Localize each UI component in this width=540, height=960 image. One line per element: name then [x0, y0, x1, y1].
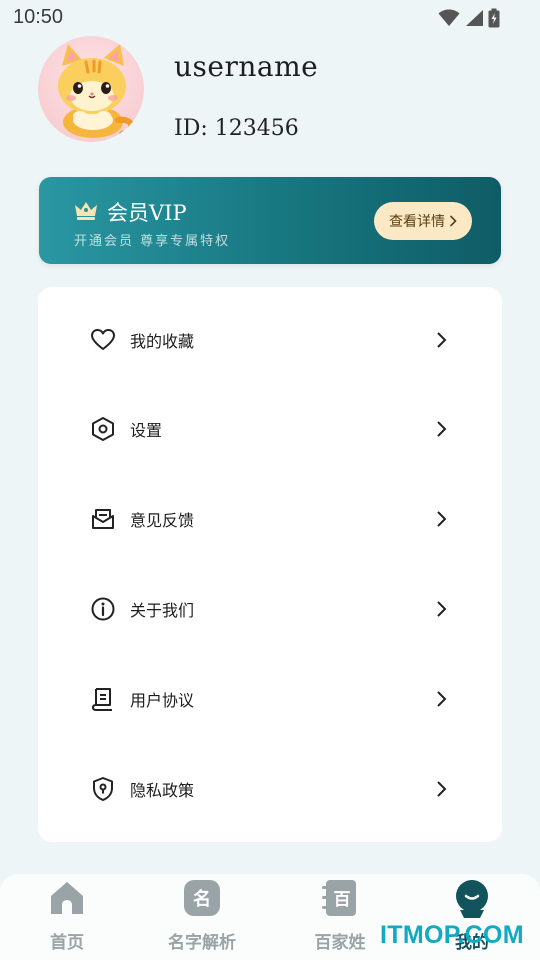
nav-label: 名字解析: [168, 933, 236, 953]
nav-label: 首页: [50, 933, 84, 953]
nav-tab-name-analysis[interactable]: 名 名字解析: [142, 874, 262, 960]
chevron-right-icon: [449, 215, 457, 227]
menu-item-label: 隐私政策: [130, 781, 195, 800]
menu-item-settings[interactable]: 设置: [38, 384, 502, 474]
vip-card[interactable]: 会员VIP 开通会员 尊享专属特权 查看详情: [39, 177, 501, 264]
chevron-right-icon: [437, 781, 447, 797]
watermark: ITMOP.COM: [380, 921, 524, 949]
vip-title: 会员VIP: [107, 201, 187, 225]
feedback-mail-icon: [92, 509, 114, 529]
menu-item-label: 关于我们: [130, 601, 195, 620]
vip-details-label: 查看详情: [389, 214, 445, 230]
status-icons: [438, 8, 500, 28]
status-bar: 10:50: [0, 0, 540, 34]
menu-item-about[interactable]: 关于我们: [38, 564, 502, 654]
shield-lock-icon: [93, 777, 113, 801]
user-id: ID: 123456: [174, 116, 299, 141]
menu-item-user-agreement[interactable]: 用户协议: [38, 654, 502, 744]
cat-mascot-icon: [58, 44, 135, 138]
menu-card: 我的收藏 设置 意见反馈 关于我们 用户协议 隐私政策: [38, 287, 502, 842]
wifi-icon: [438, 9, 460, 26]
document-icon: [92, 688, 112, 711]
menu-item-label: 设置: [130, 421, 163, 440]
hexagon-settings-icon: [92, 417, 114, 441]
profile-face-icon: [456, 880, 488, 918]
avatar[interactable]: [38, 36, 144, 142]
vip-subtitle: 开通会员 尊享专属特权: [74, 234, 231, 249]
home-icon: [51, 882, 83, 914]
info-icon: [91, 597, 115, 621]
crown-icon: [75, 202, 97, 220]
name-badge-glyph: 名: [193, 888, 211, 910]
book-glyph: 百: [334, 890, 351, 910]
username: username: [174, 50, 319, 83]
menu-item-feedback[interactable]: 意见反馈: [38, 474, 502, 564]
vip-details-button[interactable]: 查看详情: [374, 202, 472, 240]
menu-item-label: 我的收藏: [130, 332, 195, 351]
menu-item-label: 用户协议: [130, 691, 195, 710]
heart-icon: [91, 329, 115, 350]
nav-tab-home[interactable]: 首页: [7, 874, 127, 960]
chevron-right-icon: [437, 332, 447, 348]
book-icon: 百: [322, 880, 356, 916]
signal-icon: [466, 10, 483, 26]
menu-item-label: 意见反馈: [130, 511, 195, 530]
battery-icon: [488, 8, 500, 28]
status-time: 10:50: [13, 6, 64, 28]
menu-item-privacy-policy[interactable]: 隐私政策: [38, 744, 502, 834]
chevron-right-icon: [437, 511, 447, 527]
chevron-right-icon: [437, 421, 447, 437]
name-badge-icon: 名: [184, 880, 220, 916]
chevron-right-icon: [437, 601, 447, 617]
menu-item-favorites[interactable]: 我的收藏: [38, 295, 502, 385]
chevron-right-icon: [437, 691, 447, 707]
